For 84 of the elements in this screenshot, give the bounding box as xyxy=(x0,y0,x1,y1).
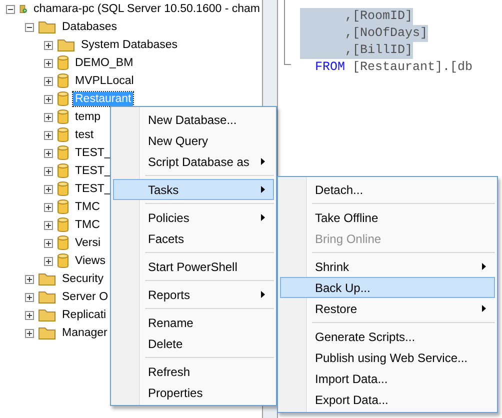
database-icon xyxy=(57,253,69,269)
menu-item[interactable]: Delete xyxy=(113,333,274,354)
expander-icon[interactable] xyxy=(44,130,53,140)
tree-item[interactable]: Views xyxy=(73,254,108,268)
folder-icon xyxy=(38,308,56,322)
expander-icon[interactable] xyxy=(25,274,34,284)
tree-item[interactable]: Replicati xyxy=(60,308,108,322)
database-icon xyxy=(57,55,69,71)
menu-item[interactable]: Reports xyxy=(113,284,274,305)
menu-item[interactable]: Start PowerShell xyxy=(113,256,274,277)
expander-icon[interactable] xyxy=(44,76,53,86)
database-icon xyxy=(57,73,69,89)
database-icon xyxy=(57,91,69,107)
database-icon xyxy=(57,235,69,251)
database-icon xyxy=(57,199,69,215)
menu-item[interactable]: Generate Scripts... xyxy=(280,326,495,347)
menu-item[interactable]: Script Database as xyxy=(113,151,274,172)
menu-item[interactable]: Rename xyxy=(113,312,274,333)
expander-icon[interactable] xyxy=(44,238,53,248)
tree-item[interactable]: Server O xyxy=(60,290,110,304)
fold-line xyxy=(284,0,291,65)
database-icon xyxy=(57,109,69,125)
menu-item[interactable]: Take Offline xyxy=(280,207,495,228)
submenu-arrow-icon xyxy=(261,291,265,298)
menu-item[interactable]: Back Up... xyxy=(280,277,495,298)
tree-item[interactable]: test xyxy=(73,128,96,142)
expander-icon[interactable] xyxy=(44,58,53,68)
database-icon xyxy=(57,163,69,179)
tree-item[interactable]: TEST_ xyxy=(73,182,113,196)
menu-item[interactable]: Tasks xyxy=(113,179,274,200)
tree-item[interactable]: MVPLLocal xyxy=(73,74,136,88)
tree-item[interactable]: System Databases xyxy=(79,38,180,52)
tree-item[interactable]: DEMO_BM xyxy=(73,56,136,70)
menu-item[interactable]: Detach... xyxy=(280,179,495,200)
tree-item[interactable]: TMC xyxy=(73,200,102,214)
expander-icon[interactable] xyxy=(44,202,53,212)
folder-icon xyxy=(38,326,56,340)
submenu-arrow-icon xyxy=(261,158,265,165)
submenu-arrow-icon xyxy=(261,214,265,221)
database-icon xyxy=(57,181,69,197)
expander-icon[interactable] xyxy=(25,22,34,32)
expander-icon[interactable] xyxy=(25,328,34,338)
menu-item[interactable]: Export Data... xyxy=(280,389,495,410)
expander-icon[interactable] xyxy=(25,292,34,302)
tree-item[interactable]: TEST_ xyxy=(73,164,113,178)
menu-item[interactable]: Properties xyxy=(113,382,274,403)
expander-icon[interactable] xyxy=(44,94,53,104)
database-icon xyxy=(57,217,69,233)
menu-item[interactable]: New Database... xyxy=(113,109,274,130)
menu-item[interactable]: New Query xyxy=(113,130,274,151)
submenu-arrow-icon xyxy=(482,305,486,312)
submenu-arrow-icon xyxy=(261,186,265,193)
expander-icon[interactable] xyxy=(25,310,34,320)
expander-icon[interactable] xyxy=(44,166,53,176)
expander-icon[interactable] xyxy=(44,256,53,266)
database-icon xyxy=(57,127,69,143)
folder-icon xyxy=(38,20,56,34)
expander-icon[interactable] xyxy=(6,4,15,14)
folder-icon xyxy=(38,272,56,286)
menu-item[interactable]: Facets xyxy=(113,228,274,249)
menu-item[interactable]: Refresh xyxy=(113,361,274,382)
menu-item[interactable]: Publish using Web Service... xyxy=(280,347,495,368)
expander-icon[interactable] xyxy=(44,184,53,194)
folder-icon xyxy=(57,38,75,52)
tree-item[interactable]: TMC xyxy=(73,218,102,232)
folder-icon xyxy=(38,290,56,304)
menu-item[interactable]: Shrink xyxy=(280,256,495,277)
expander-icon[interactable] xyxy=(44,148,53,158)
tree-item[interactable]: temp xyxy=(73,110,103,124)
expander-icon[interactable] xyxy=(44,112,53,122)
tree-item[interactable]: TEST_ xyxy=(73,146,113,160)
tree-item[interactable]: Manager xyxy=(60,326,110,340)
submenu-arrow-icon xyxy=(482,263,486,270)
expander-icon[interactable] xyxy=(44,40,53,50)
tree-item[interactable]: Versi xyxy=(73,236,103,250)
menu-item[interactable]: Policies xyxy=(113,207,274,228)
menu-item[interactable]: Restore xyxy=(280,298,495,319)
database-icon xyxy=(57,145,69,161)
tree-item[interactable]: chamara-pc (SQL Server 10.50.1600 - cham xyxy=(32,2,262,16)
tree-item[interactable]: Security xyxy=(60,272,106,286)
code-line: FROM [Restaurant].[db xyxy=(314,59,473,76)
expander-icon[interactable] xyxy=(44,220,53,230)
tree-item[interactable]: Databases xyxy=(60,20,119,34)
menu-item[interactable]: Import Data... xyxy=(280,368,495,389)
